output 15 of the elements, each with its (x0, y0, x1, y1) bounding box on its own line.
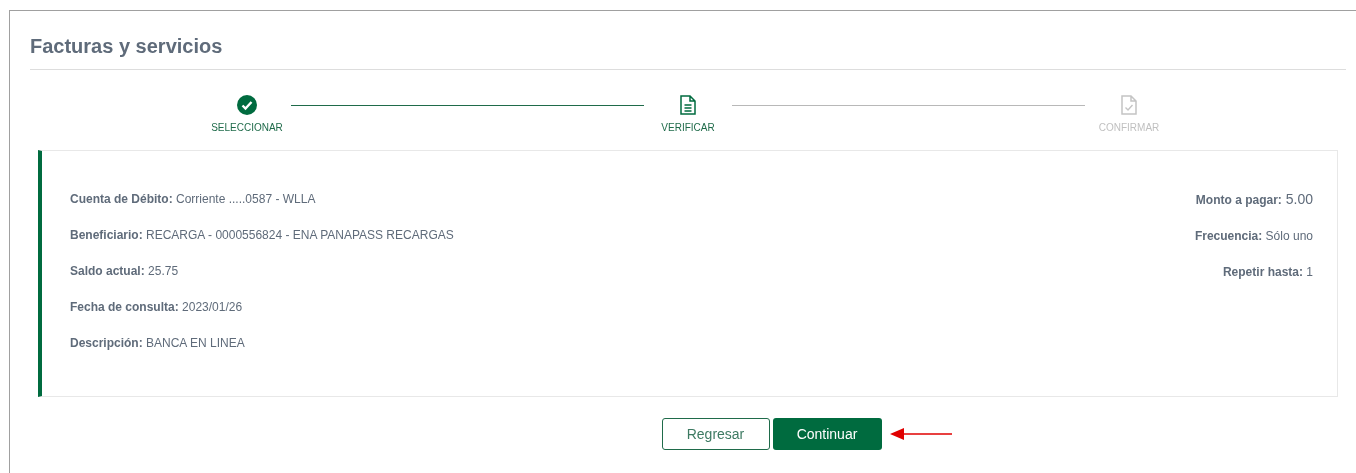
detail-text: Saldo actual: 25.75 (70, 263, 180, 279)
step-label: VERIFICAR (661, 121, 715, 135)
arrow-icon (888, 427, 953, 441)
page-title: Facturas y servicios (30, 34, 224, 59)
detail-text: Frecuencia: Sólo uno (1194, 228, 1313, 244)
back-button[interactable]: Regresar (661, 418, 770, 450)
continue-button[interactable]: Continuar (772, 418, 882, 450)
detail-text: Fecha de consulta: 2023/01/26 (70, 299, 244, 315)
step-label: CONFIRMAR (1098, 121, 1160, 135)
detail-text: Repetir hasta: 1 (1222, 264, 1313, 280)
detail-text: Descripción: BANCA EN LINEA (70, 335, 246, 351)
detail-text: Monto a pagar: 5.00 (1195, 191, 1313, 208)
step-label: SELECCIONAR (211, 121, 283, 135)
detail-text: Beneficiario: RECARGA - 0000556824 - ENA PANAPASS RECARGAS (70, 227, 454, 243)
detail-text: Cuenta de Débito: Corriente .....0587 - WLLA (70, 191, 317, 207)
